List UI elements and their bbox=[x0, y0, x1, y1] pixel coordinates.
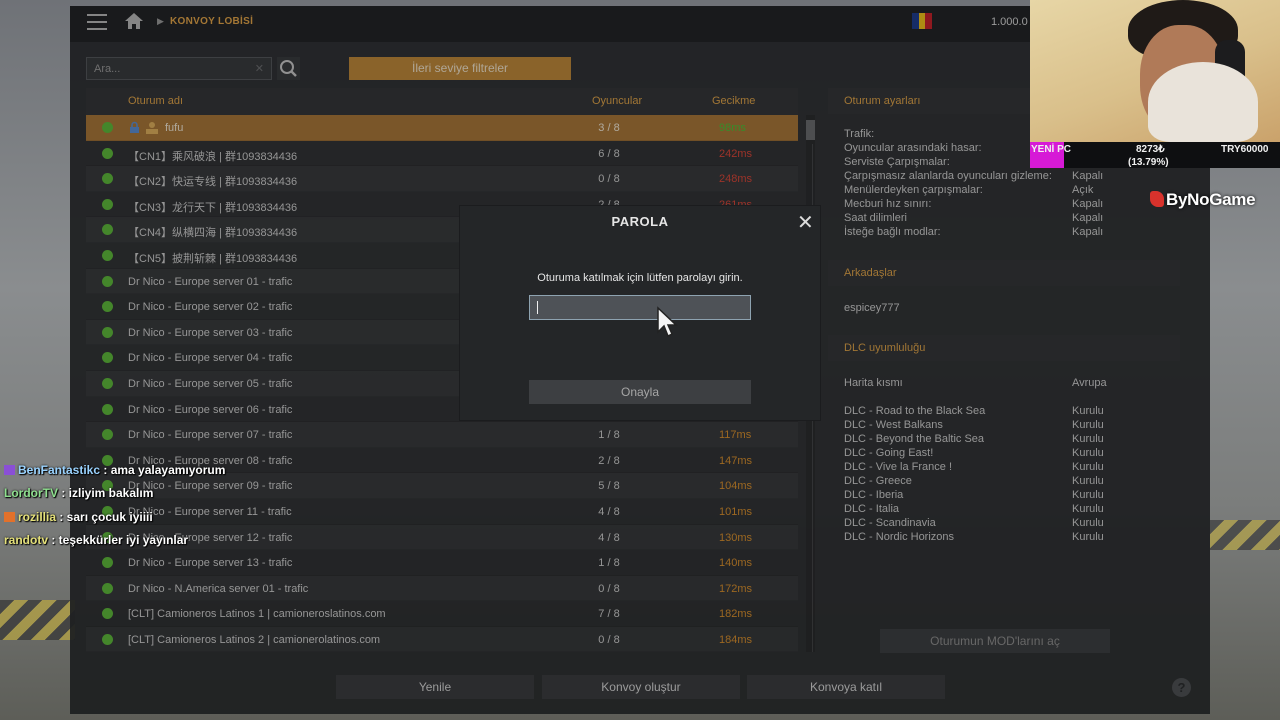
chat-message: LordorTV : izliyim bakalım bbox=[4, 486, 153, 500]
chat-text: : sarı çocuk iyiiii bbox=[56, 510, 153, 524]
dialog-message: Oturuma katılmak için lütfen parolayı gi… bbox=[537, 272, 743, 284]
donation-goal-bar: YENİ PC 8273₺ (13.79%) TRY60000 bbox=[1030, 142, 1280, 168]
chat-username: rozillia bbox=[18, 510, 57, 524]
password-field[interactable] bbox=[529, 295, 751, 320]
text-caret bbox=[537, 301, 538, 314]
confirm-button[interactable]: Onayla bbox=[529, 380, 751, 404]
password-dialog: PAROLA ✕ Oturuma katılmak için lütfen pa… bbox=[460, 206, 820, 420]
brand-name: ByNoGame bbox=[1166, 190, 1256, 209]
chat-username: randotv bbox=[4, 533, 49, 547]
chat-badge-icon bbox=[4, 512, 15, 522]
chat-username: LordorTV bbox=[4, 486, 58, 500]
background-hazard-stripe bbox=[0, 600, 75, 640]
webcam-overlay bbox=[1030, 0, 1280, 142]
background-hazard-stripe-right bbox=[1210, 520, 1280, 550]
brand-mark-icon bbox=[1150, 191, 1164, 207]
chat-text: : izliyim bakalım bbox=[58, 486, 154, 500]
goal-target: TRY60000 bbox=[1221, 144, 1269, 155]
webcam-cat bbox=[1148, 62, 1258, 142]
chat-message: rozillia : sarı çocuk iyiiii bbox=[4, 510, 153, 524]
close-icon[interactable]: ✕ bbox=[797, 210, 814, 235]
goal-amount: 8273₺ bbox=[1136, 144, 1165, 155]
goal-percent: (13.79%) bbox=[1128, 157, 1169, 168]
chat-message: BenFantastikc : ama yalayamıyorum bbox=[4, 463, 225, 477]
chat-message: randotv : teşekkürler iyi yayınlar bbox=[4, 533, 188, 547]
dialog-title: PAROLA bbox=[611, 214, 669, 229]
mouse-cursor-icon bbox=[657, 306, 678, 338]
brand-logo: ByNoGame bbox=[1150, 190, 1256, 210]
password-input[interactable] bbox=[530, 296, 750, 319]
goal-label: YENİ PC bbox=[1031, 144, 1072, 155]
chat-text: : teşekkürler iyi yayınlar bbox=[48, 533, 189, 547]
chat-badge-icon bbox=[4, 465, 15, 475]
chat-text: : ama yalayamıyorum bbox=[100, 463, 226, 477]
chat-username: BenFantastikc bbox=[18, 463, 101, 477]
